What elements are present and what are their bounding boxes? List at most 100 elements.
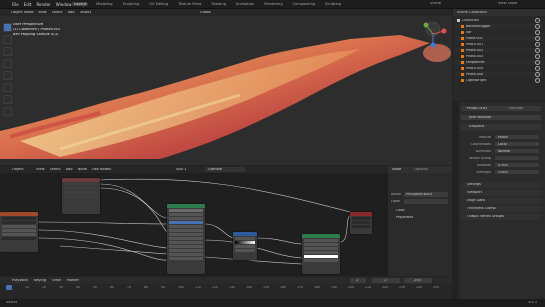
timeline-menu-keying[interactable]: Keying	[34, 279, 46, 283]
tab-modeling[interactable]: Modeling	[94, 2, 114, 6]
viewport-menu-select[interactable]: Select	[52, 11, 63, 15]
cursor-tool-icon[interactable]	[3, 35, 12, 44]
shader-node-editor[interactable]: Object View Select Add Node Use Nodes Slot 1…	[0, 166, 388, 276]
texture-coordinate-node[interactable]	[62, 178, 100, 214]
timeline-ruler[interactable]: 0102030405060708090100110120130140150160…	[0, 285, 452, 299]
tab-uv-editing[interactable]: UV Editing	[147, 2, 170, 6]
visibility-eye-icon[interactable]	[535, 48, 540, 53]
end-frame-field[interactable]: 250	[404, 278, 432, 283]
scene-selector[interactable]: Scene	[430, 2, 441, 6]
select-tool-icon[interactable]	[3, 23, 12, 32]
outliner-item[interactable]: Photo.005	[455, 66, 543, 71]
timeline-tick-label: 210	[365, 286, 372, 289]
timeline-tick-label: 240	[416, 286, 423, 289]
move-tool-icon[interactable]	[3, 47, 12, 56]
object-name-field[interactable]: Photo.0163 Modifier	[461, 106, 541, 111]
property-field[interactable]: Local	[495, 142, 539, 146]
property-field[interactable]	[495, 156, 539, 160]
menu-render[interactable]: Render	[36, 2, 50, 7]
section-properties[interactable]: Properties	[396, 216, 413, 219]
viewport-menu-view[interactable]: View	[38, 11, 47, 15]
outliner-item[interactable]: liar	[455, 30, 543, 35]
transform-orientation[interactable]: Global	[200, 11, 211, 15]
timeline-tick-label: 30	[59, 286, 64, 289]
property-field[interactable]: 1.000	[495, 170, 539, 174]
playhead[interactable]	[6, 285, 12, 290]
tab-scripting[interactable]: Scripting	[323, 2, 343, 6]
visibility-eye-icon[interactable]	[535, 42, 540, 47]
current-frame-field[interactable]: 1	[350, 278, 366, 283]
timeline[interactable]: Playback Keying View Marker 1 1 250 0102030…	[0, 277, 452, 299]
outliner-item[interactable]: Photo.003	[455, 54, 543, 59]
rotate-tool-icon[interactable]	[3, 59, 12, 68]
tab-texture-paint[interactable]: Texture Paint	[176, 2, 203, 6]
timeline-menu-marker[interactable]: Marker	[67, 279, 79, 283]
node-name-field[interactable]: Principled BSDF	[404, 192, 448, 197]
object-icon	[461, 49, 464, 52]
outliner-item[interactable]: Photo.006	[455, 72, 543, 77]
section-color[interactable]: Color	[396, 209, 405, 212]
tab-layout[interactable]: Layout	[72, 2, 89, 6]
outliner-item[interactable]: Plane.001	[455, 36, 543, 41]
tab-rendering[interactable]: Rendering	[262, 2, 284, 6]
visibility-eye-icon[interactable]	[535, 60, 540, 65]
tab-shading[interactable]: Shading	[209, 2, 228, 6]
properties-section[interactable]: Edge Data	[461, 198, 541, 204]
principled-bsdf-node[interactable]	[167, 204, 205, 274]
properties-section[interactable]: Thickness Clamp	[461, 206, 541, 212]
material-output-node[interactable]	[350, 212, 372, 234]
visibility-eye-icon[interactable]	[535, 30, 540, 35]
viewport-menu-object[interactable]: Object	[80, 11, 92, 15]
timeline-tick-label: 50	[93, 286, 98, 289]
start-frame-field[interactable]: 1	[372, 278, 400, 283]
modifier-header[interactable]: Displace	[461, 124, 541, 130]
node-label-field[interactable]	[404, 199, 448, 204]
menu-window[interactable]: Window	[56, 2, 72, 7]
visibility-eye-icon[interactable]	[535, 36, 540, 41]
tab-node[interactable]: Node	[392, 168, 401, 172]
outliner-item[interactable]: Lightsbright	[455, 78, 543, 83]
visibility-eye-icon[interactable]	[535, 66, 540, 71]
visibility-eye-icon[interactable]	[535, 18, 540, 23]
outliner-item[interactable]: Collection	[455, 18, 543, 23]
menu-edit[interactable]: Edit	[24, 2, 32, 7]
visibility-eye-icon[interactable]	[535, 72, 540, 77]
tab-compositing[interactable]: Compositing	[291, 2, 318, 6]
viewport-menu-add[interactable]: Add	[68, 11, 75, 15]
properties-section[interactable]: Viewport	[461, 190, 541, 196]
timeline-menu-view[interactable]: View	[52, 279, 61, 283]
image-texture-node[interactable]	[0, 212, 38, 252]
outliner-item[interactable]: Photo.002	[455, 48, 543, 53]
collection-icon	[457, 19, 460, 22]
property-field[interactable]: 0.500	[495, 163, 539, 167]
transform-tool-icon[interactable]	[3, 83, 12, 92]
navigation-gizmo[interactable]	[418, 19, 448, 49]
add-modifier-button[interactable]: Add Modifier	[461, 115, 541, 120]
measure-tool-icon[interactable]	[3, 107, 12, 116]
visibility-eye-icon[interactable]	[535, 54, 540, 59]
visibility-eye-icon[interactable]	[535, 78, 540, 83]
tab-sculpting[interactable]: Sculpting	[121, 2, 142, 6]
property-label: Vertex Group	[468, 156, 491, 160]
outliner-item[interactable]: balloonbugger	[455, 24, 543, 29]
tab-options[interactable]: Options	[414, 168, 428, 172]
property-field[interactable]: Normal	[495, 149, 539, 153]
menu-file[interactable]: File	[12, 2, 19, 7]
properties-section[interactable]: Settings	[461, 182, 541, 188]
view-layer-selector[interactable]: View Layer	[498, 2, 518, 6]
property-field[interactable]: Photo	[495, 135, 539, 139]
3d-viewport[interactable]: Object Mode View Select Add Object Global U…	[0, 9, 452, 165]
tab-animation[interactable]: Animation	[234, 2, 256, 6]
visibility-eye-icon[interactable]	[535, 24, 540, 29]
scale-tool-icon[interactable]	[3, 71, 12, 80]
object-icon	[461, 43, 464, 46]
object-mode-dropdown[interactable]: Object Mode	[11, 11, 34, 15]
properties-section[interactable]: Output Vertex Groups	[461, 214, 541, 220]
color-ramp-node[interactable]	[233, 232, 257, 260]
timeline-menu-playback[interactable]: Playback	[12, 279, 28, 283]
annotate-tool-icon[interactable]	[3, 95, 12, 104]
outliner-item-label: Photo.001	[466, 42, 484, 46]
mix-shader-node[interactable]	[302, 234, 340, 274]
outliner-item[interactable]: cellpatcher	[455, 60, 543, 65]
outliner-item[interactable]: Photo.001	[455, 42, 543, 47]
